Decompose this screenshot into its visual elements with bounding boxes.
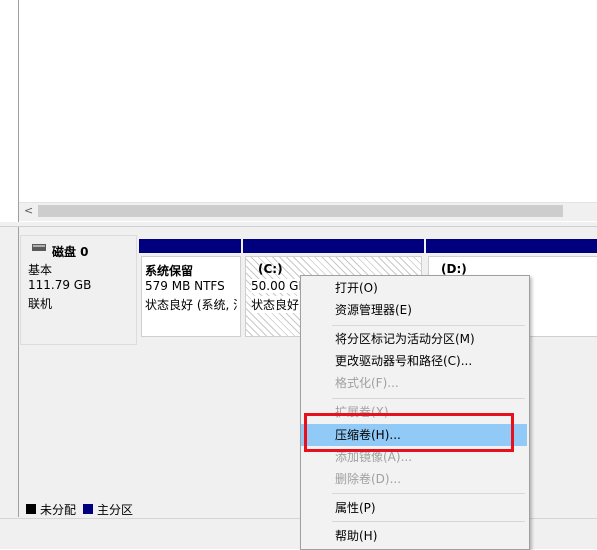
legend-swatch-unallocated: [26, 504, 36, 514]
annotation-highlight-box: [304, 413, 514, 452]
menu-item-label: 删除卷(D)...: [335, 472, 402, 486]
partition-status: 状态良好: [251, 296, 301, 313]
menu-item-open[interactable]: 打开(O): [301, 277, 527, 299]
legend-label: 未分配: [40, 503, 77, 517]
menu-item-format[interactable]: 格式化(F)...: [301, 372, 527, 394]
scroll-left-arrow-icon[interactable]: <: [24, 204, 36, 218]
partition-header: [243, 239, 424, 253]
menu-item-properties[interactable]: 属性(P): [301, 497, 527, 519]
partition-name: (D:): [441, 262, 467, 276]
menu-separator: [332, 493, 525, 494]
menu-item-help[interactable]: 帮助(H): [301, 525, 527, 547]
pane-divider: [18, 227, 19, 517]
menu-item-label: 打开(O): [335, 281, 378, 295]
menu-item-label: 格式化(F)...: [335, 376, 399, 390]
disk-icon: [32, 244, 46, 251]
partition-name: 系统保留: [145, 264, 194, 278]
partition-size: 579 MB NTFS: [145, 279, 225, 293]
menu-item-explorer[interactable]: 资源管理器(E): [301, 299, 527, 321]
menu-separator: [332, 521, 525, 522]
menu-item-label: 帮助(H): [335, 529, 378, 543]
partition-status: 状态良好 (系统, 活: [145, 298, 237, 312]
menu-item-mark-active[interactable]: 将分区标记为活动分区(M): [301, 328, 527, 350]
menu-item-label: 资源管理器(E): [335, 303, 412, 317]
legend-swatch-primary: [83, 504, 93, 514]
disk-size: 111.79 GB: [28, 278, 92, 292]
menu-separator: [332, 325, 525, 326]
menu-item-label: 更改驱动器号和路径(C)...: [335, 354, 473, 368]
partition-header: [139, 239, 241, 253]
volume-list-pane: [0, 0, 597, 222]
partition-header: [426, 239, 597, 253]
disk-status: 联机: [28, 297, 53, 311]
disk-type: 基本: [28, 263, 53, 277]
menu-item-delete-volume[interactable]: 删除卷(D)...: [301, 468, 527, 490]
menu-separator: [332, 398, 525, 399]
menu-item-label: 属性(P): [335, 501, 376, 515]
partition-name: (C:): [258, 262, 283, 276]
menu-item-label: 将分区标记为活动分区(M): [335, 332, 475, 346]
partition-size: 50.00 GB: [251, 279, 301, 293]
scrollbar-thumb[interactable]: [38, 205, 563, 217]
legend-label: 主分区: [97, 503, 134, 517]
menu-item-change-drive-letter[interactable]: 更改驱动器号和路径(C)...: [301, 350, 527, 372]
disk-name: 磁盘 0: [52, 245, 89, 259]
pane-divider: [18, 0, 19, 222]
